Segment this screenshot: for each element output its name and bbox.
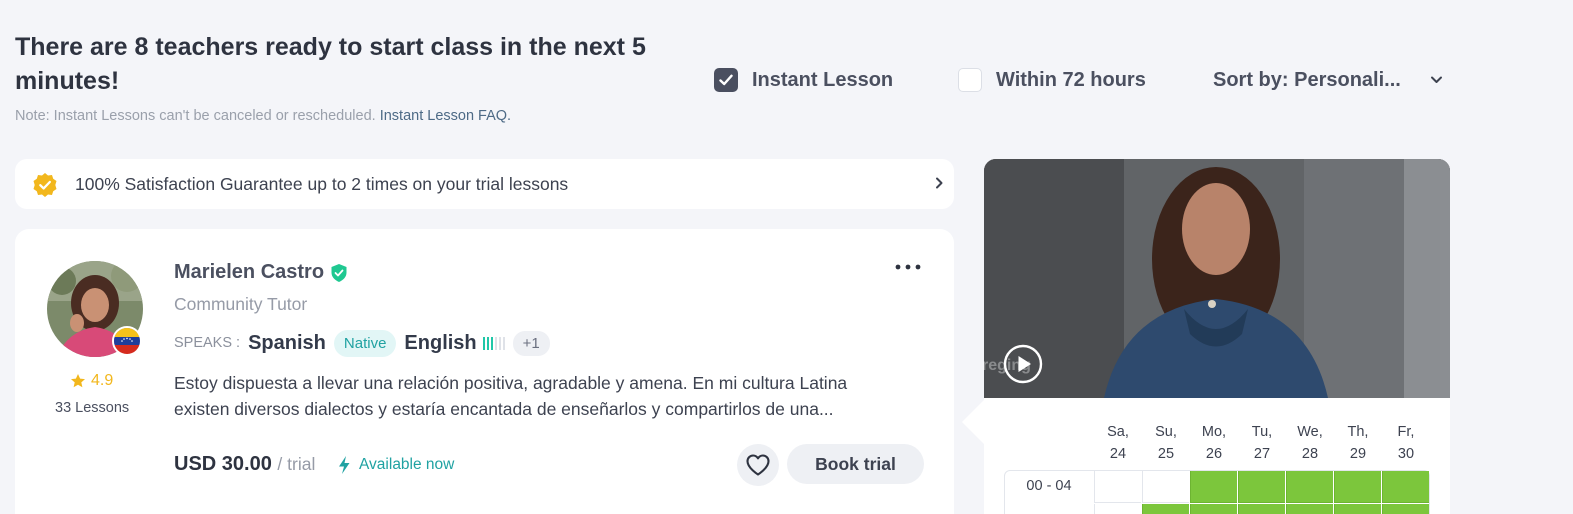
english-level-bars: [482, 336, 505, 350]
heart-icon: [746, 454, 770, 476]
instant-lesson-faq-link[interactable]: Instant Lesson FAQ.: [380, 108, 511, 124]
teacher-rating: 4.9: [70, 372, 113, 390]
lessons-count: 33 Lessons: [55, 400, 130, 416]
day-number: 29: [1349, 446, 1367, 462]
instant-lesson-label: Instant Lesson: [752, 68, 894, 91]
price-unit: / trial: [277, 454, 316, 474]
day-name: Th,: [1347, 424, 1369, 440]
calendar-day-header: We, 28: [1286, 421, 1334, 465]
calendar-day-header: Tu, 27: [1238, 421, 1286, 465]
teacher-name[interactable]: Marielen Castro: [174, 261, 324, 284]
chevron-down-icon[interactable]: [1430, 73, 1443, 86]
more-languages-badge[interactable]: +1: [512, 330, 550, 356]
verified-shield-icon: [331, 263, 347, 282]
instant-lesson-checkbox[interactable]: [714, 68, 738, 92]
availability-cell[interactable]: [1094, 504, 1141, 514]
level-bar: [502, 336, 505, 350]
calendar-pointer: [962, 400, 984, 444]
satisfaction-guarantee-banner[interactable]: 100% Satisfaction Guarantee up to 2 time…: [15, 159, 954, 209]
day-number: 26: [1205, 446, 1223, 462]
verified-badge-icon: [33, 173, 57, 197]
venezuela-flag-icon: [112, 326, 142, 356]
availability-cell[interactable]: [1190, 471, 1237, 503]
check-icon: [719, 74, 733, 86]
availability-text: Available now: [359, 456, 455, 473]
language-spanish: Spanish: [248, 331, 326, 354]
within-72-hours-checkbox[interactable]: [958, 68, 982, 92]
guarantee-text: 100% Satisfaction Guarantee up to 2 time…: [75, 173, 569, 194]
day-number: 28: [1301, 446, 1319, 462]
teacher-role: Community Tutor: [174, 294, 308, 314]
day-number: 27: [1253, 446, 1271, 462]
calendar-day-header: Su, 25: [1142, 421, 1190, 465]
teacher-intro-video[interactable]: [984, 159, 1450, 398]
description-line: Estoy dispuesta a llevar una relación po…: [174, 373, 848, 393]
availability-cell[interactable]: [1190, 504, 1237, 514]
calendar-day-header: Mo, 26: [1190, 421, 1238, 465]
page-headline: There are 8 teachers ready to start clas…: [15, 33, 646, 95]
availability-cell[interactable]: [1142, 471, 1189, 503]
availability-cell[interactable]: [1286, 471, 1333, 503]
availability-cell[interactable]: [1334, 504, 1381, 514]
rating-value: 4.9: [91, 372, 114, 389]
level-bar: [494, 336, 497, 350]
availability-status: Available now: [337, 455, 454, 475]
day-name: Sa,: [1107, 424, 1129, 440]
star-icon: [71, 374, 85, 388]
availability-cell[interactable]: [1094, 471, 1141, 503]
availability-cell[interactable]: [1238, 471, 1285, 503]
availability-cell[interactable]: [1142, 504, 1189, 514]
within-72-hours-filter[interactable]: Within 72 hours: [958, 66, 1146, 94]
trial-price: USD 30.00 / trial: [174, 453, 315, 476]
sort-dropdown[interactable]: Sort by: Personali...: [1213, 66, 1401, 94]
day-number: 30: [1397, 446, 1415, 462]
instant-lesson-note: Note: Instant Lessons can't be canceled …: [15, 108, 511, 124]
availability-cell[interactable]: [1382, 504, 1429, 514]
note-text: Note: Instant Lessons can't be canceled …: [15, 108, 376, 124]
day-number: 25: [1157, 446, 1175, 462]
calendar-day-header: Fr, 30: [1382, 421, 1430, 465]
level-bar: [486, 336, 489, 350]
description-line: existen diversos dialectos y estaría enc…: [174, 399, 834, 419]
calendar-day-header: Sa, 24: [1094, 421, 1142, 465]
day-name: Tu,: [1251, 424, 1273, 440]
favorite-button[interactable]: [737, 444, 779, 486]
sort-label: Sort by: Personali...: [1213, 68, 1401, 91]
level-bar: [490, 336, 493, 350]
lightning-icon: [339, 456, 350, 474]
more-options-icon[interactable]: [895, 263, 921, 271]
day-number: 24: [1109, 446, 1127, 462]
level-bar: [482, 336, 485, 350]
day-name: Mo,: [1201, 424, 1227, 440]
availability-cell[interactable]: [1334, 471, 1381, 503]
instant-lesson-filter[interactable]: Instant Lesson: [714, 66, 893, 94]
availability-cell[interactable]: [1286, 504, 1333, 514]
teacher-description: Estoy dispuesta a llevar una relación po…: [174, 370, 914, 422]
play-icon[interactable]: [1003, 344, 1043, 384]
time-slot-label: 00 - 04: [1026, 478, 1072, 494]
speaks-label: SPEAKS :: [174, 335, 241, 351]
teacher-card[interactable]: 4.9 33 Lessons Marielen Castro Community…: [15, 229, 954, 514]
native-badge: Native: [333, 329, 397, 357]
day-name: We,: [1297, 424, 1323, 440]
day-name: Fr,: [1397, 424, 1415, 440]
day-name: Su,: [1155, 424, 1177, 440]
level-bar: [498, 336, 501, 350]
price-value: USD 30.00: [174, 453, 272, 475]
availability-cell[interactable]: [1238, 504, 1285, 514]
language-english: English: [404, 331, 477, 354]
availability-cell[interactable]: [1382, 471, 1429, 503]
book-trial-button[interactable]: Book trial: [787, 444, 924, 484]
teacher-name-row: Marielen Castro: [174, 261, 348, 284]
chevron-right-icon: [936, 177, 943, 189]
within-72-hours-label: Within 72 hours: [996, 68, 1146, 91]
languages-spoken: SPEAKS : Spanish Native English +1: [174, 329, 550, 357]
instant-lessons-page: There are 8 teachers ready to start clas…: [0, 0, 1573, 514]
calendar-day-header: Th, 29: [1334, 421, 1382, 465]
